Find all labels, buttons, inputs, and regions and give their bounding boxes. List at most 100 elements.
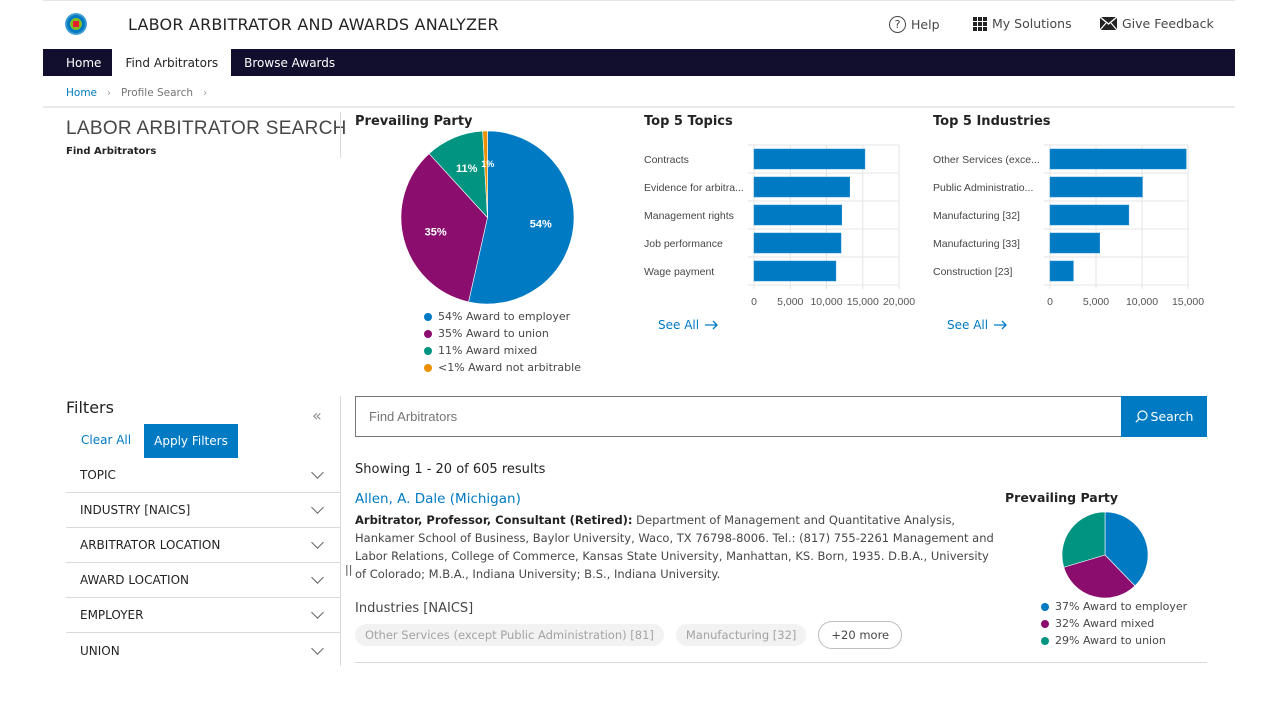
filter-arbitrator-location[interactable]: ARBITRATOR LOCATION (66, 528, 340, 563)
arrow-right-icon (705, 320, 718, 330)
y-category-label: Other Services (exce... (933, 154, 1040, 166)
breadcrumb-chevron-icon: › (107, 87, 112, 99)
chevron-down-icon (311, 606, 324, 619)
bar-1[interactable] (1049, 176, 1143, 198)
breadcrumb: Home › Profile Search › (66, 87, 207, 99)
legend-item-union: 29% Award to union (1041, 632, 1187, 649)
x-tick-label: 15,000 (1172, 296, 1204, 308)
search-button-label: Search (1150, 409, 1194, 424)
x-tick-label: 5,000 (1083, 296, 1109, 308)
give-feedback-link[interactable]: Give Feedback (1100, 16, 1214, 31)
legend-label: 29% Award to union (1055, 634, 1166, 647)
chevron-down-icon (311, 641, 324, 655)
resize-handle-icon[interactable]: || (345, 563, 352, 576)
legend-dot-icon (424, 312, 432, 321)
industry-tag: Other Services (except Public Administra… (355, 624, 664, 646)
y-category-label: Job performance (644, 238, 723, 250)
app-grid-icon (973, 16, 987, 31)
bar-2[interactable] (753, 204, 842, 226)
result-industry-tags: Other Services (except Public Administra… (355, 621, 903, 649)
y-category-label: Wage payment (644, 266, 714, 278)
bar-0[interactable] (753, 148, 866, 170)
filters-title: Filters (66, 398, 114, 417)
prevailing-party-legend: 54% Award to employer 35% Award to union… (424, 308, 581, 376)
help-label: Help (911, 17, 940, 32)
top-industries-chart: 0 5,000 10,000 15,000 Other Services (exce..… (933, 144, 1204, 308)
filters-divider (340, 396, 341, 666)
nav-browse-awards[interactable]: Browse Awards (231, 49, 348, 76)
page-subtitle: Find Arbitrators (66, 146, 157, 157)
legend-item-employer: 37% Award to employer (1041, 598, 1187, 615)
industries-see-all-link[interactable]: See All (947, 318, 1008, 332)
top-industries-title: Top 5 Industries (933, 114, 1051, 129)
legend-label: 11% Award mixed (438, 344, 538, 357)
filter-award-location[interactable]: AWARD LOCATION (66, 563, 340, 598)
bar-2[interactable] (1049, 204, 1130, 226)
clear-all-button[interactable]: Clear All (81, 433, 131, 447)
apply-filters-button[interactable]: Apply Filters (144, 424, 238, 458)
result-description: Arbitrator, Professor, Consultant (Retir… (355, 511, 995, 583)
give-feedback-label: Give Feedback (1122, 16, 1214, 31)
legend-item-employer: 54% Award to employer (424, 308, 581, 325)
heading-divider (340, 112, 341, 158)
y-category-label: Management rights (644, 210, 734, 222)
collapse-filters-icon[interactable]: « (312, 406, 322, 425)
see-all-label: See All (947, 318, 989, 332)
bar-3[interactable] (753, 232, 842, 254)
x-tick-label: 10,000 (1126, 296, 1158, 308)
nav-home[interactable]: Home (43, 49, 111, 76)
search-button[interactable]: Search (1121, 396, 1207, 437)
breadcrumb-chevron-icon: › (203, 87, 208, 99)
y-category-label: Contracts (644, 154, 689, 166)
legend-label: 54% Award to employer (438, 310, 571, 323)
chevron-down-icon (311, 571, 324, 584)
breadcrumb-profile-search[interactable]: Profile Search (121, 87, 193, 99)
bar-1[interactable] (753, 176, 850, 198)
legend-item-mixed: 32% Award mixed (1041, 615, 1187, 632)
help-link[interactable]: ? Help (889, 16, 940, 33)
more-industries-button[interactable]: +20 more (818, 621, 903, 649)
legend-label: 35% Award to union (438, 327, 549, 340)
result-arbitrator-name[interactable]: Allen, A. Dale (Michigan) (355, 491, 521, 507)
filter-label: TOPIC (80, 468, 116, 482)
topics-see-all-link[interactable]: See All (658, 318, 719, 332)
main-nav: Home Find Arbitrators Browse Awards (43, 49, 1235, 76)
header-divider (43, 106, 1235, 108)
bar-4[interactable] (1049, 260, 1074, 282)
x-tick-label: 0 (1047, 296, 1053, 308)
filter-employer[interactable]: EMPLOYER (66, 598, 340, 633)
my-solutions-label: My Solutions (992, 16, 1072, 31)
y-category-label: Manufacturing [33] (933, 238, 1020, 250)
legend-dot-icon (424, 346, 432, 355)
breadcrumb-home[interactable]: Home (66, 87, 97, 99)
filter-topic[interactable]: TOPIC (66, 458, 340, 493)
filter-label: ARBITRATOR LOCATION (80, 538, 221, 552)
legend-dot-icon (1041, 602, 1049, 611)
app-title: LABOR ARBITRATOR AND AWARDS ANALYZER (128, 15, 499, 34)
y-category-label: Evidence for arbitra... (644, 182, 744, 194)
bar-3[interactable] (1049, 232, 1100, 254)
search-icon (1134, 410, 1148, 423)
top-border (43, 0, 1235, 1)
result-role: Arbitrator, Professor, Consultant (Retir… (355, 513, 633, 527)
filter-union[interactable]: UNION (66, 633, 340, 668)
top-topics-chart: 0 5,000 10,000 15,000 20,000 Contracts Evidenc… (644, 144, 915, 308)
pie-data-label: 1% (481, 159, 494, 169)
bar-4[interactable] (753, 260, 837, 282)
wolters-kluwer-logo-icon[interactable] (65, 13, 87, 35)
results-count: Showing 1 - 20 of 605 results (355, 462, 546, 477)
legend-dot-icon (424, 363, 432, 372)
search-input[interactable] (355, 396, 1122, 437)
legend-label: <1% Award not arbitrable (438, 361, 581, 374)
filter-label: INDUSTRY [NAICS] (80, 503, 191, 517)
filter-industry[interactable]: INDUSTRY [NAICS] (66, 493, 340, 528)
y-category-label: Manufacturing [32] (933, 210, 1020, 222)
chevron-down-icon (311, 536, 324, 549)
x-tick-label: 20,000 (883, 296, 915, 308)
chevron-down-icon (311, 501, 324, 514)
nav-find-arbitrators[interactable]: Find Arbitrators (111, 49, 232, 76)
envelope-icon (1100, 17, 1117, 30)
bar-0[interactable] (1049, 148, 1187, 170)
my-solutions-link[interactable]: My Solutions (973, 16, 1072, 31)
page-title: LABOR ARBITRATOR SEARCH (66, 118, 347, 139)
